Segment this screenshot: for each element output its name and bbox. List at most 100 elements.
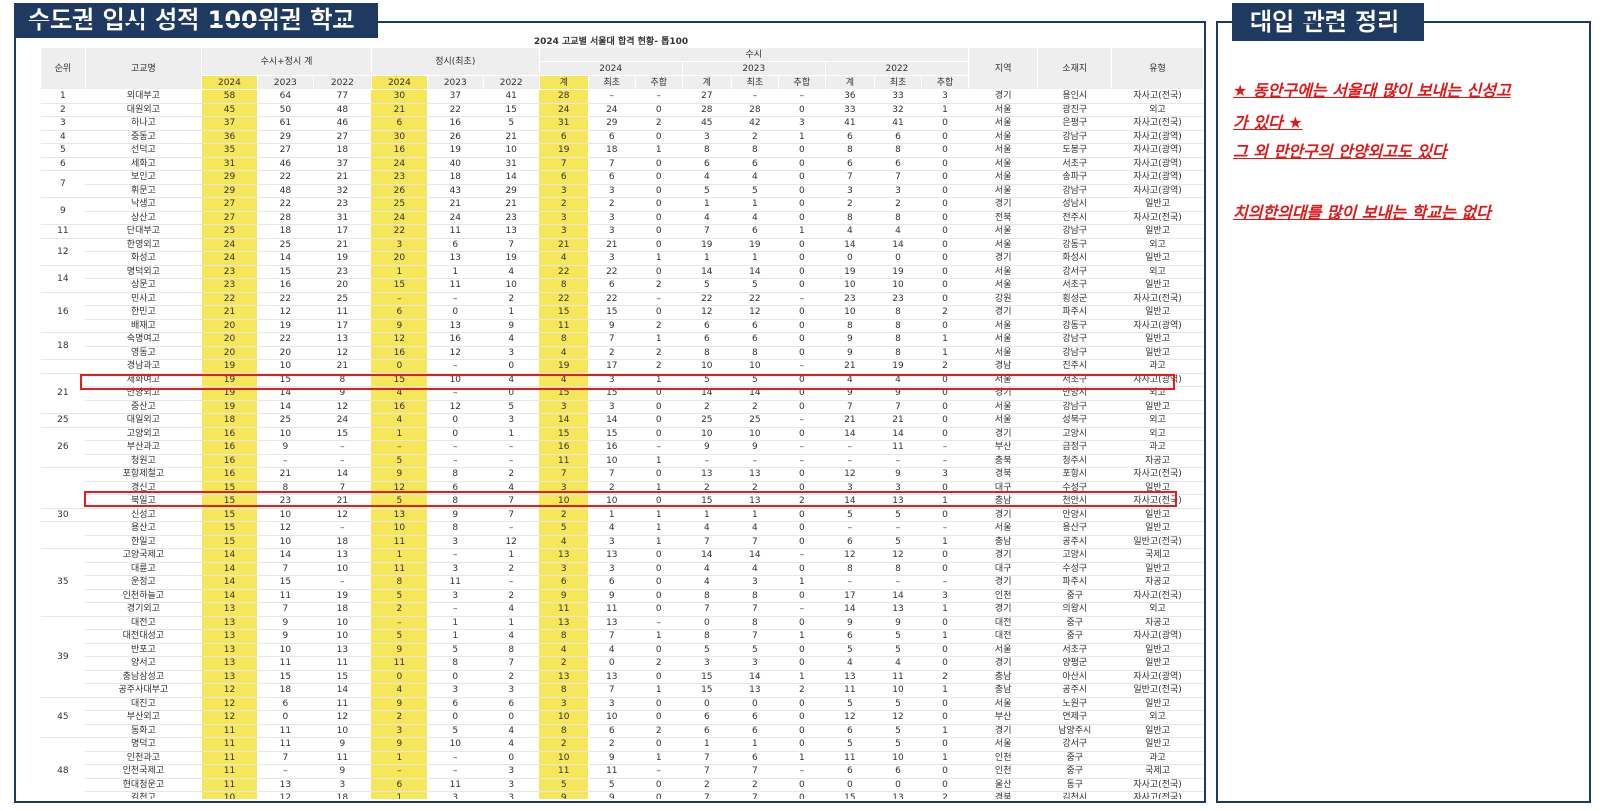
regular-2024: 25 [371, 197, 428, 212]
regular-2024: 11 [371, 562, 428, 576]
early-2023-first: 8 [731, 589, 779, 603]
school-type: 외고 [1111, 413, 1204, 428]
early-2023-additional: 0 [778, 103, 826, 117]
regular-2023: – [427, 764, 484, 779]
early-2024-total: 8 [539, 278, 589, 293]
early-2023-first: 3 [731, 575, 779, 590]
location: 공주시 [1037, 535, 1112, 549]
school-type: 자사고(광역) [1111, 670, 1204, 684]
total-2023: 13 [257, 778, 314, 792]
regular-2023: 6 [427, 697, 484, 711]
early-2024-total: 4 [539, 535, 589, 549]
table-row: 7 보인고 29 22 21 23 18 14 6 6 0 4 4 0 7 7 0 서울 송파구 자사고(광역) [40, 170, 1204, 198]
table-row: 상산고 27 28 31 24 24 23 3 3 0 4 4 0 8 8 0 전북 전주시 자사고(전국) [41, 211, 1204, 225]
early-2022-first: 14 [874, 427, 922, 441]
location: 서초구 [1037, 643, 1112, 657]
early-2022-additional: 1 [921, 535, 969, 549]
early-2023-first: 1 [731, 737, 779, 752]
early-2024-total: 2 [539, 656, 589, 671]
early-2024-additional: 0 [635, 211, 683, 225]
total-2024: 16 [201, 440, 258, 455]
school-name: 세화고 [85, 157, 202, 171]
early-2023-additional: 0 [778, 211, 826, 225]
regular-2024: 30 [371, 130, 428, 144]
early-2023-total: 1 [682, 197, 732, 212]
header-total-2023: 2023 [256, 75, 314, 90]
school-name: 휘문고 [85, 184, 202, 198]
total-2024: 31 [201, 157, 258, 171]
school-name: 현대청운고 [85, 778, 202, 792]
header-early-2022-total: 계 [824, 75, 876, 90]
early-2023-total: 8 [682, 346, 732, 360]
regular-2022: 1 [483, 548, 540, 563]
total-2023: 11 [257, 589, 314, 603]
early-2023-additional: 0 [778, 238, 826, 252]
early-2022-first: 5 [874, 629, 922, 644]
table-scroll-area[interactable]: 순위 고교명 수시+정시 계 정시(최초) 수시 지역 소재지 유형 2024 … [40, 47, 1204, 799]
total-2023: 11 [257, 737, 314, 752]
total-2023: 20 [257, 346, 314, 360]
early-2022-first: 41 [874, 116, 922, 131]
early-2023-additional: 2 [778, 683, 826, 698]
school-name: 대전고 [85, 616, 202, 630]
total-2023: 25 [257, 238, 314, 252]
early-2024-additional: 0 [635, 643, 683, 657]
total-2022: 17 [313, 319, 372, 333]
early-2024-first: 14 [588, 413, 636, 428]
school-name: 운정고 [85, 575, 202, 590]
early-2023-additional: 1 [778, 575, 826, 590]
total-2023: 7 [257, 562, 314, 576]
total-2024: 16 [201, 454, 258, 468]
regular-2022: – [483, 454, 540, 468]
early-2024-additional: – [635, 764, 683, 779]
regular-2023: – [427, 548, 484, 563]
total-2024: 14 [201, 548, 258, 563]
total-2023: 9 [257, 616, 314, 630]
total-2024: 13 [201, 602, 258, 617]
total-2022: 13 [313, 643, 372, 657]
early-2024-additional: 2 [635, 278, 683, 293]
location: 강남구 [1037, 184, 1112, 198]
early-2023-additional: 0 [778, 373, 826, 387]
total-2024: 14 [201, 562, 258, 576]
early-2023-first: 7 [731, 602, 779, 617]
regular-2024: – [371, 616, 428, 630]
school-name: 상문고 [85, 278, 202, 293]
early-2024-additional: 1 [635, 629, 683, 644]
early-2022-first: 7 [874, 170, 922, 185]
header-early-2023-total: 계 [681, 75, 732, 90]
school-type: 자사고(전국) [1111, 494, 1204, 509]
regular-2023: 12 [427, 346, 484, 360]
region: 충남 [968, 535, 1038, 549]
regular-2024: 9 [371, 467, 428, 482]
early-2024-additional: 1 [635, 751, 683, 765]
early-2023-additional: 0 [778, 724, 826, 738]
header-early-2024: 2024 [538, 61, 683, 76]
total-2023: 22 [257, 197, 314, 212]
region: 인천 [968, 764, 1038, 779]
early-2022-additional: 0 [921, 184, 969, 198]
table-row: 동화고 11 11 10 3 5 4 8 6 2 6 6 0 6 5 1 경기 남양주시 일반고 [41, 724, 1204, 738]
total-2022: 37 [313, 157, 372, 171]
school-type: 일반고 [1111, 643, 1204, 657]
school-type: 일반고 [1111, 332, 1204, 347]
total-2024: 13 [201, 656, 258, 671]
early-2024-first: 10 [588, 494, 636, 509]
regular-2023: 11 [427, 278, 484, 293]
early-2024-additional: 1 [635, 454, 683, 468]
regular-2022: 4 [483, 737, 540, 752]
region: 경기 [968, 656, 1038, 671]
total-2022: 12 [313, 400, 372, 414]
early-2024-total: 3 [539, 697, 589, 711]
early-2023-additional: 0 [778, 535, 826, 549]
location: 강남구 [1037, 400, 1112, 414]
region: 서울 [968, 643, 1038, 657]
total-2024: 45 [201, 103, 258, 117]
rank-cell [40, 359, 86, 374]
early-2022-additional: 0 [921, 737, 969, 752]
note-line-2: 가 있다 ★ [1233, 113, 1303, 132]
early-2023-first: 6 [731, 157, 779, 171]
early-2022-first: 11 [874, 440, 922, 455]
early-2024-additional: 0 [635, 697, 683, 711]
region: 인천 [968, 751, 1038, 765]
